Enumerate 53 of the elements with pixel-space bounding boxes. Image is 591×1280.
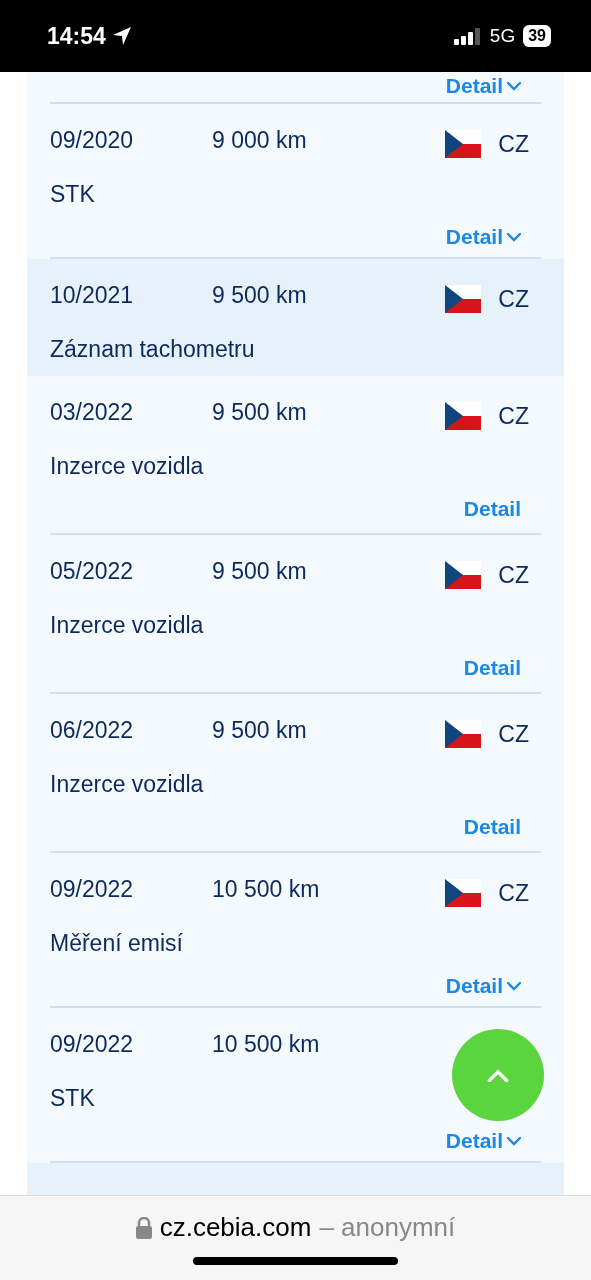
chevron-down-icon — [507, 81, 521, 91]
record-description: Inzerce vozidla — [50, 771, 204, 797]
record-description: Inzerce vozidla — [50, 453, 204, 479]
chevron-down-icon — [507, 232, 521, 242]
record-description: Záznam tachometru — [50, 336, 255, 362]
record-description: STK — [50, 1085, 95, 1111]
flag-icon — [445, 402, 482, 430]
network-label: 5G — [489, 25, 516, 47]
signal-icon — [453, 27, 482, 45]
flag-icon — [445, 720, 482, 748]
chevron-down-icon — [507, 981, 521, 991]
record-date: 03/2022 — [50, 398, 135, 426]
record-date: 06/2022 — [50, 716, 135, 744]
chevron-up-icon — [487, 1068, 509, 1082]
detail-link[interactable]: Detail — [463, 495, 521, 523]
url-suffix: – anonymní — [319, 1212, 456, 1243]
record-date: 09/2020 — [50, 126, 135, 154]
country-code: CZ — [498, 130, 529, 158]
record-mileage: 9 500 km — [212, 557, 308, 585]
country-code: CZ — [498, 402, 529, 430]
record-description: Měření emisí — [50, 930, 183, 956]
country-code: CZ — [498, 285, 529, 313]
country-code: CZ — [498, 561, 529, 589]
record-description: Inzerce vozidla — [50, 612, 204, 638]
record-description: STK — [50, 181, 95, 207]
detail-link[interactable]: Detail — [445, 972, 521, 1000]
detail-link[interactable]: Detail — [445, 223, 521, 251]
flag-icon — [445, 879, 482, 907]
record-mileage: 10 500 km — [212, 875, 321, 903]
record-mileage: 9 000 km — [212, 126, 308, 154]
url-domain[interactable]: cz.cebia.com — [159, 1212, 312, 1243]
detail-link[interactable]: Detail — [445, 1127, 521, 1155]
flag-icon — [445, 130, 482, 158]
record-date: 09/2022 — [50, 1030, 135, 1058]
record-mileage: 10 500 km — [212, 1030, 321, 1058]
detail-link[interactable]: Detail — [463, 813, 521, 841]
flag-icon — [445, 285, 482, 313]
chevron-down-icon — [507, 1136, 521, 1146]
record-mileage: 9 500 km — [212, 281, 308, 309]
country-code: CZ — [498, 879, 529, 907]
record-mileage: 9 500 km — [212, 716, 308, 744]
lock-icon — [135, 1216, 152, 1239]
detail-link[interactable]: Detail — [445, 72, 521, 100]
battery-indicator: 39 — [523, 25, 551, 47]
flag-icon — [445, 561, 482, 589]
record-mileage: 9 500 km — [212, 398, 308, 426]
detail-link[interactable]: Detail — [463, 654, 521, 682]
location-arrow-icon — [111, 26, 132, 46]
status-time: 14:54 — [47, 22, 106, 50]
record-date: 05/2022 — [50, 557, 135, 585]
record-date: 09/2022 — [50, 875, 135, 903]
country-code: CZ — [498, 720, 529, 748]
record-date: 10/2021 — [50, 281, 135, 309]
